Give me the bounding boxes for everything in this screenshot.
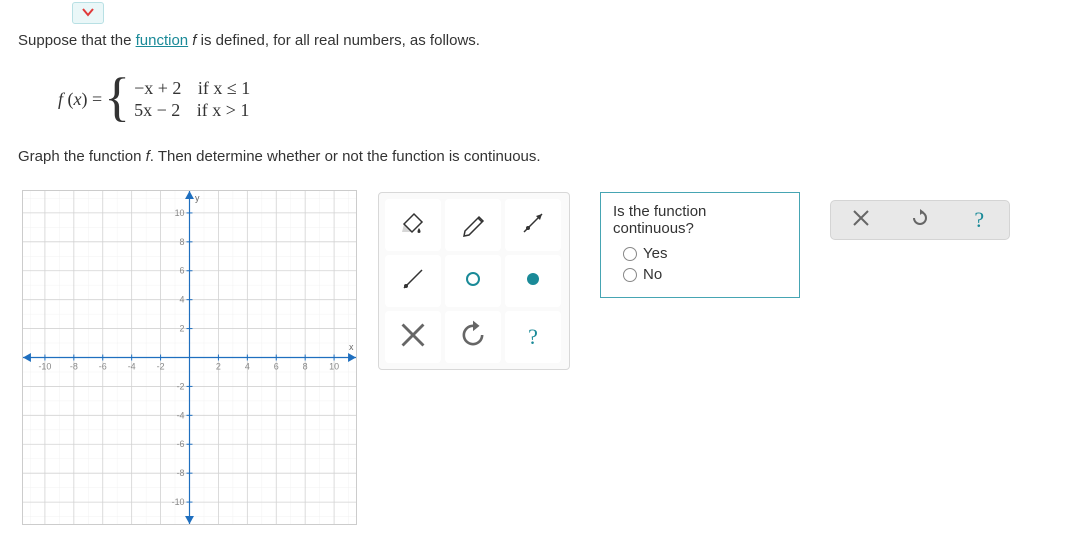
segment-tool-button[interactable] — [385, 255, 441, 307]
undo-button[interactable] — [445, 311, 501, 363]
redo-icon — [910, 208, 930, 232]
svg-text:-10: -10 — [38, 361, 51, 371]
svg-text:-4: -4 — [128, 361, 136, 371]
help-control-button[interactable]: ? — [964, 205, 994, 235]
svg-text:-6: -6 — [99, 361, 107, 371]
radio-icon — [623, 247, 637, 261]
segment-icon — [396, 262, 430, 300]
ray-icon — [516, 206, 550, 244]
graph-canvas[interactable]: x y -10 -10 -8 -8 -6 -6 -4 -4 -2 -2 2 2 4 4 6 6 8 8 10 10 — [22, 190, 357, 525]
radio-icon — [623, 268, 637, 282]
svg-text:-8: -8 — [70, 361, 78, 371]
svg-text:10: 10 — [329, 361, 339, 371]
close-control-button[interactable] — [846, 205, 876, 235]
ray-tool-button[interactable] — [505, 199, 561, 251]
svg-text:-4: -4 — [177, 410, 185, 420]
pencil-tool-button[interactable] — [445, 199, 501, 251]
continuity-question-box: Is the function continuous? Yes No — [600, 192, 800, 298]
closed-circle-icon — [516, 262, 550, 300]
svg-text:2: 2 — [216, 361, 221, 371]
svg-text:-10: -10 — [172, 497, 185, 507]
pencil-icon — [456, 206, 490, 244]
fill-icon — [396, 206, 430, 244]
piecewise-definition: f (x) = { −x + 2 if x ≤ 1 5x − 2 if x > … — [58, 72, 250, 126]
fx-prefix: f (x) = — [58, 89, 102, 110]
y-axis-label: y — [195, 193, 200, 203]
closed-point-tool-button[interactable] — [505, 255, 561, 307]
radio-no[interactable]: No — [623, 266, 787, 283]
case-1: −x + 2 if x ≤ 1 — [134, 77, 250, 99]
continuity-question: Is the function continuous? — [613, 203, 787, 237]
svg-text:8: 8 — [303, 361, 308, 371]
problem-intro: Suppose that the function f f is defined… — [18, 32, 480, 49]
tool-palette: ? — [378, 192, 570, 370]
answer-control-bar: ? — [830, 200, 1010, 240]
chevron-down-icon — [81, 5, 95, 22]
svg-text:-8: -8 — [177, 468, 185, 478]
svg-text:4: 4 — [245, 361, 250, 371]
graph-prompt: Graph the function f. Then determine whe… — [18, 148, 541, 165]
svg-text:6: 6 — [274, 361, 279, 371]
question-icon: ? — [974, 207, 984, 233]
svg-text:10: 10 — [175, 208, 185, 218]
svg-text:2: 2 — [180, 324, 185, 334]
intro-before: Suppose that the — [18, 32, 136, 49]
svg-text:-6: -6 — [177, 439, 185, 449]
svg-text:6: 6 — [180, 266, 185, 276]
redo-control-button[interactable] — [905, 205, 935, 235]
open-circle-icon — [456, 262, 490, 300]
svg-text:-2: -2 — [177, 381, 185, 391]
function-link[interactable]: function — [136, 32, 189, 49]
clear-button[interactable] — [385, 311, 441, 363]
question-icon: ? — [528, 324, 538, 350]
section-toggle[interactable] — [72, 2, 104, 24]
intro-after: f — [188, 32, 201, 49]
x-icon — [851, 208, 871, 232]
help-button[interactable]: ? — [505, 311, 561, 363]
case-2: 5x − 2 if x > 1 — [134, 99, 250, 121]
x-icon — [396, 318, 430, 356]
svg-text:8: 8 — [180, 237, 185, 247]
x-axis-label: x — [349, 342, 354, 352]
svg-text:4: 4 — [180, 295, 185, 305]
radio-yes[interactable]: Yes — [623, 245, 787, 262]
open-point-tool-button[interactable] — [445, 255, 501, 307]
left-brace-icon: { — [104, 70, 130, 124]
fill-tool-button[interactable] — [385, 199, 441, 251]
svg-text:-2: -2 — [157, 361, 165, 371]
undo-icon — [456, 318, 490, 356]
